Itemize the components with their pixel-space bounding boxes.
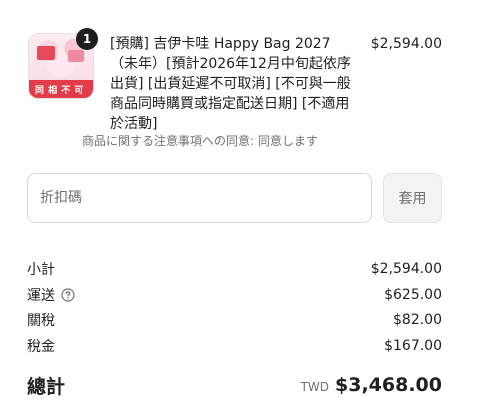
shipping-label-group: 運送 bbox=[27, 285, 75, 305]
duties-row: 關稅 $82.00 bbox=[27, 310, 442, 330]
subtotal-row: 小計 $2,594.00 bbox=[27, 259, 442, 279]
shipping-value: $625.00 bbox=[384, 287, 442, 303]
product-note: 商品に関する注意事項への同意: 同意します bbox=[82, 134, 318, 148]
taxes-value: $167.00 bbox=[384, 338, 442, 354]
discount-code-input[interactable] bbox=[27, 173, 372, 223]
grand-total-value: $3,468.00 bbox=[335, 374, 442, 396]
total-label: 總計 bbox=[27, 375, 66, 398]
product-image-box-secondary bbox=[68, 50, 84, 62]
subtotal-value: $2,594.00 bbox=[370, 261, 442, 277]
product-image-box bbox=[37, 46, 55, 60]
product-title: [預購] 吉伊卡哇 Happy Bag 2027（未年）[預計2026年12月中… bbox=[110, 36, 351, 132]
total-value-group: TWD $3,468.00 bbox=[301, 374, 442, 396]
duties-label: 關稅 bbox=[27, 313, 55, 329]
taxes-label: 稅金 bbox=[27, 339, 55, 355]
shipping-label: 運送 bbox=[27, 288, 55, 304]
apply-discount-button[interactable]: 套用 bbox=[383, 173, 442, 223]
taxes-row: 稅金 $167.00 bbox=[27, 336, 442, 356]
duties-value: $82.00 bbox=[393, 312, 442, 328]
product-thumbnail-wrapper: 同 相 不 可 1 bbox=[28, 28, 98, 99]
total-row: 總計 TWD $3,468.00 bbox=[27, 372, 442, 398]
currency-code: TWD bbox=[300, 380, 330, 394]
product-price: $2,594.00 bbox=[370, 36, 442, 52]
order-summary: 同 相 不 可 1 [預購] 吉伊卡哇 Happy Bag 2027（未年）[預… bbox=[0, 0, 500, 410]
question-circle-icon[interactable] bbox=[61, 288, 75, 302]
subtotal-label: 小計 bbox=[27, 262, 55, 278]
quantity-badge: 1 bbox=[76, 28, 98, 50]
shipping-row: 運送 $625.00 bbox=[27, 285, 442, 305]
product-image-banner: 同 相 不 可 bbox=[29, 80, 93, 98]
